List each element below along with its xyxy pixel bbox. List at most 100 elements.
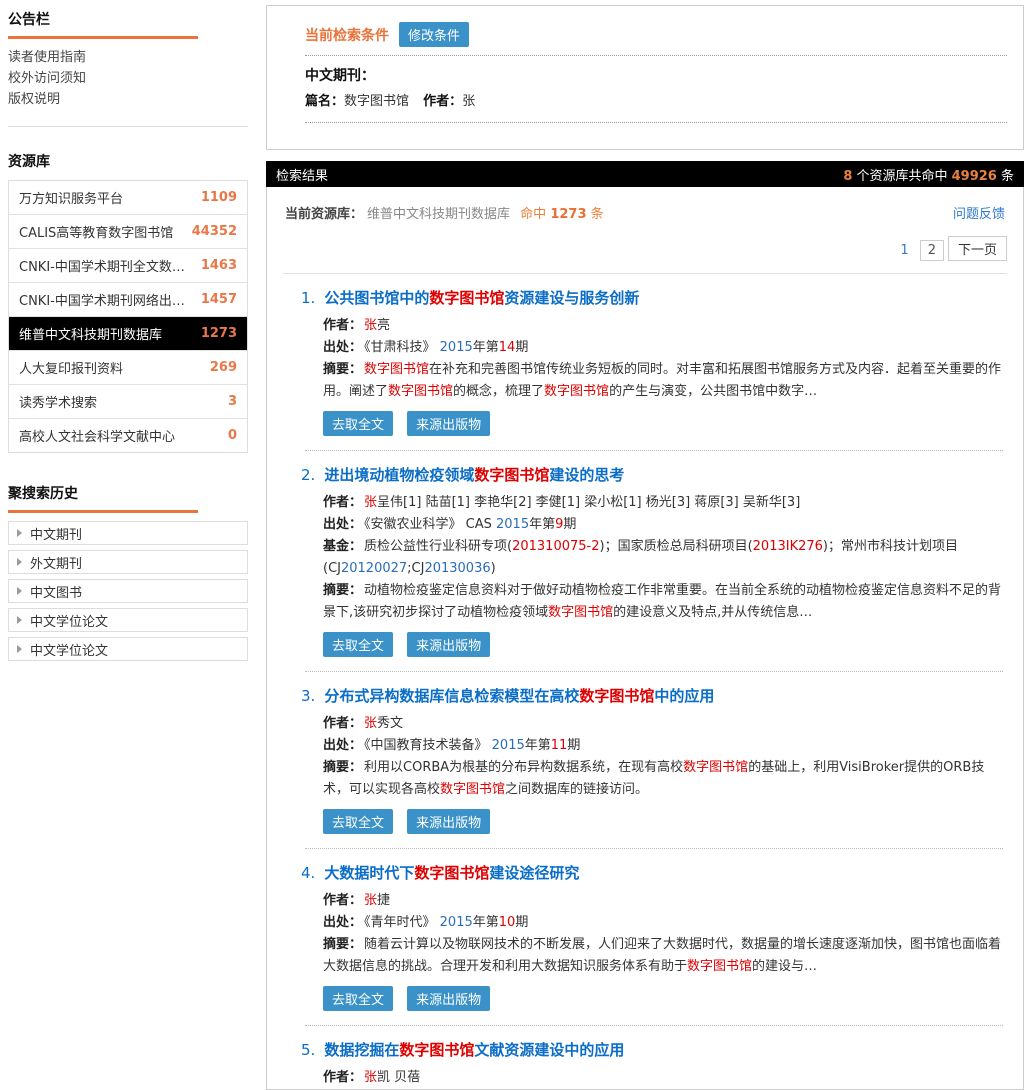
- announcements-section: 公告栏 读者使用指南 校外访问须知 版权说明: [8, 5, 248, 110]
- next-page-button[interactable]: 下一页: [948, 236, 1007, 261]
- resources-section: 资源库 万方知识服务平台 1109 CALIS高等教育数字图书馆 44352 C…: [8, 147, 248, 453]
- result-source-line: 出处：《中国教育技术装备》 2015年第11期: [323, 735, 1007, 757]
- history-section: 聚搜索历史 中文期刊 外文期刊 中文图书 中文学位论文: [8, 479, 248, 661]
- pagination: 12下一页: [277, 236, 1007, 261]
- field-label-title: 篇名：: [305, 94, 344, 109]
- result-title-link[interactable]: 4.大数据时代下数字图书馆建设途径研究: [301, 863, 1007, 883]
- modify-conditions-button[interactable]: 修改条件: [399, 22, 469, 47]
- result-number: 2.: [301, 466, 315, 484]
- sidebar-divider: [8, 126, 248, 127]
- triangle-right-icon: [17, 558, 22, 566]
- result-item-3: 3.分布式异构数据库信息检索模型在高校数字图书馆中的应用 作者：张秀文 出处：《…: [277, 672, 1013, 849]
- resource-count: 1463: [201, 258, 237, 273]
- result-author-line: 作者：张呈伟[1] 陆苗[1] 李艳华[2] 李健[1] 梁小松[1] 杨光[3…: [323, 492, 1007, 514]
- result-number: 1.: [301, 289, 315, 307]
- resource-count: 0: [228, 428, 237, 443]
- search-conditions-title: 当前检索条件: [305, 25, 389, 45]
- results-meta-row: 当前资源库：维普中文科技期刊数据库 命中 1273 条 问题反馈: [277, 201, 1013, 222]
- result-item-5: 5.数据挖掘在数字图书馆文献资源建设中的应用 作者：张凯 贝蓓: [277, 1026, 1013, 1089]
- history-item-cn-journal[interactable]: 中文期刊: [8, 521, 248, 545]
- results-total-summary: 8 个资源库共命中 49926 条: [843, 165, 1014, 184]
- search-conditions-panel: 当前检索条件 修改条件 中文期刊： 篇名：数字图书馆 作者：张: [266, 5, 1024, 150]
- resource-count: 1109: [201, 190, 237, 205]
- current-database-info: 当前资源库：维普中文科技期刊数据库 命中 1273 条: [285, 203, 604, 222]
- get-fulltext-button[interactable]: 去取全文: [323, 411, 393, 436]
- result-source-line: 出处：《甘肃科技》 2015年第14期: [323, 337, 1007, 359]
- get-fulltext-button[interactable]: 去取全文: [323, 986, 393, 1011]
- resource-count: 44352: [192, 224, 237, 239]
- announcement-link-reader-guide[interactable]: 读者使用指南: [8, 47, 248, 68]
- result-author-line: 作者：张凯 贝蓓: [323, 1067, 1007, 1089]
- result-title-link[interactable]: 1.公共图书馆中的数字图书馆资源建设与服务创新: [301, 288, 1007, 308]
- history-item-cn-thesis-2[interactable]: 中文学位论文: [8, 637, 248, 661]
- source-publication-button[interactable]: 来源出版物: [407, 632, 490, 657]
- resource-item-cnki-network[interactable]: CNKI-中国学术期刊网络出… 1457: [9, 282, 247, 316]
- current-database-name: 维普中文科技期刊数据库: [367, 207, 510, 222]
- result-author-line: 作者：张秀文: [323, 713, 1007, 735]
- result-item-2: 2.进出境动植物检疫领域数字图书馆建设的思考 作者：张呈伟[1] 陆苗[1] 李…: [277, 451, 1013, 672]
- result-abstract-line: 摘要：动植物检疫鉴定信息资料对于做好动植物检疫工作非常重要。在当前全系统的动植物…: [323, 580, 1007, 624]
- source-publication-button[interactable]: 来源出版物: [407, 411, 490, 436]
- feedback-link[interactable]: 问题反馈: [953, 203, 1005, 222]
- search-scope: 中文期刊：: [305, 64, 1007, 88]
- results-header-bar: 检索结果 8 个资源库共命中 49926 条: [266, 161, 1024, 187]
- result-item-4: 4.大数据时代下数字图书馆建设途径研究 作者：张捷 出处：《青年时代》 2015…: [277, 849, 1013, 1026]
- search-condition-line: 篇名：数字图书馆 作者：张: [305, 90, 1007, 114]
- announcement-link-offcampus[interactable]: 校外访问须知: [8, 68, 248, 89]
- db-hit-count: 8: [843, 169, 852, 184]
- triangle-right-icon: [17, 587, 22, 595]
- total-hit-count: 49926: [952, 169, 997, 184]
- source-publication-button[interactable]: 来源出版物: [407, 986, 490, 1011]
- page-1-current[interactable]: 1: [893, 241, 915, 260]
- result-abstract-line: 摘要：数字图书馆在补充和完善图书馆传统业务短板的同时。对丰富和拓展图书馆服务方式…: [323, 359, 1007, 403]
- history-item-cn-thesis-1[interactable]: 中文学位论文: [8, 608, 248, 632]
- announcement-link-copyright[interactable]: 版权说明: [8, 89, 248, 110]
- results-title: 检索结果: [276, 165, 328, 184]
- field-label-author: 作者：: [423, 94, 462, 109]
- get-fulltext-button[interactable]: 去取全文: [323, 632, 393, 657]
- source-publication-button[interactable]: 来源出版物: [407, 809, 490, 834]
- result-title-link[interactable]: 3.分布式异构数据库信息检索模型在高校数字图书馆中的应用: [301, 686, 1007, 706]
- result-number: 4.: [301, 864, 315, 882]
- announcements-title: 公告栏: [8, 5, 248, 29]
- history-item-cn-book[interactable]: 中文图书: [8, 579, 248, 603]
- resource-item-cnki-fulltext[interactable]: CNKI-中国学术期刊全文数… 1463: [9, 248, 247, 282]
- resource-item-calis[interactable]: CALIS高等教育数字图书馆 44352: [9, 214, 247, 248]
- page-2[interactable]: 2: [920, 240, 944, 261]
- page: 公告栏 读者使用指南 校外访问须知 版权说明 资源库 万方知识服务平台 1109…: [0, 0, 1028, 1090]
- history-item-foreign-journal[interactable]: 外文期刊: [8, 550, 248, 574]
- result-abstract-line: 摘要：随着云计算以及物联网技术的不断发展，人们迎来了大数据时代，数据量的增长速度…: [323, 934, 1007, 978]
- results-body: 当前资源库：维普中文科技期刊数据库 命中 1273 条 问题反馈 12下一页 1…: [266, 187, 1024, 1090]
- result-number: 5.: [301, 1041, 315, 1059]
- database-hit-count: 1273: [550, 207, 586, 222]
- resource-item-duxiu[interactable]: 读秀学术搜索 3: [9, 384, 247, 418]
- result-author-line: 作者：张亮: [323, 315, 1007, 337]
- field-value-title: 数字图书馆: [344, 94, 409, 109]
- get-fulltext-button[interactable]: 去取全文: [323, 809, 393, 834]
- result-number: 3.: [301, 687, 315, 705]
- triangle-right-icon: [17, 529, 22, 537]
- resource-list: 万方知识服务平台 1109 CALIS高等教育数字图书馆 44352 CNKI-…: [8, 180, 248, 453]
- triangle-right-icon: [17, 616, 22, 624]
- resource-count: 3: [228, 394, 237, 409]
- resource-item-renda[interactable]: 人大复印报刊资料 269: [9, 350, 247, 384]
- resource-count: 1457: [201, 292, 237, 307]
- result-title-link[interactable]: 5.数据挖掘在数字图书馆文献资源建设中的应用: [301, 1040, 1007, 1060]
- dotted-divider: [305, 55, 1007, 56]
- result-author-line: 作者：张捷: [323, 890, 1007, 912]
- database-hit-info: 命中 1273 条: [520, 207, 603, 222]
- result-source-line: 出处：《青年时代》 2015年第10期: [323, 912, 1007, 934]
- resources-title: 资源库: [8, 147, 248, 171]
- result-source-line: 出处：《安徽农业科学》 CAS 2015年第9期: [323, 514, 1007, 536]
- result-fund-line: 基金：质检公益性行业科研专项(201310075-2)；国家质检总局科研项目(2…: [323, 536, 1007, 580]
- resource-count: 1273: [201, 326, 237, 341]
- announcements-underline: [8, 36, 198, 39]
- main-content: 当前检索条件 修改条件 中文期刊： 篇名：数字图书馆 作者：张 检索结果 8 个…: [266, 5, 1024, 1090]
- resource-item-wanfang[interactable]: 万方知识服务平台 1109: [9, 181, 247, 214]
- resource-item-cashl[interactable]: 高校人文社会科学文献中心 0: [9, 418, 247, 452]
- resource-item-vip-selected[interactable]: 维普中文科技期刊数据库 1273: [9, 316, 247, 350]
- history-title: 聚搜索历史: [8, 479, 248, 503]
- result-title-link[interactable]: 2.进出境动植物检疫领域数字图书馆建设的思考: [301, 465, 1007, 485]
- sidebar: 公告栏 读者使用指南 校外访问须知 版权说明 资源库 万方知识服务平台 1109…: [8, 5, 248, 1090]
- dotted-divider: [305, 122, 1007, 123]
